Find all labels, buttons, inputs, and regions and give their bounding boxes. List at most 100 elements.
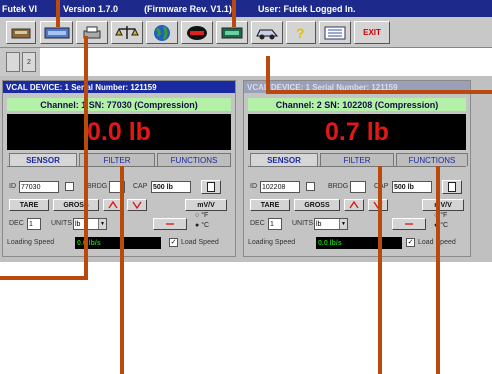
callout-line — [232, 0, 236, 27]
panel-title: VCAL DEVICE: 1 Serial Number: 121159 — [3, 81, 235, 93]
id-field[interactable]: 102208 — [260, 181, 300, 193]
minus-icon — [405, 223, 413, 225]
zero-button[interactable] — [153, 218, 187, 230]
loading-speed-label: Loading Speed — [248, 239, 296, 246]
celsius-label: °C — [201, 222, 210, 229]
fahrenheit-label: °F — [201, 212, 209, 219]
callout-line — [378, 166, 382, 374]
display-icon — [221, 27, 243, 38]
tare-button[interactable]: TARE — [9, 199, 49, 211]
units-select[interactable]: lb ▼ — [73, 218, 107, 230]
celsius-label: °C — [440, 222, 449, 229]
app-title: Futek VI — [2, 3, 38, 14]
load-speed-checkbox[interactable]: ✓ — [169, 238, 178, 247]
device-tab-2[interactable]: 2 — [22, 52, 36, 72]
print-button[interactable] — [76, 21, 108, 44]
list-button[interactable] — [319, 21, 351, 44]
device-tab-strip: 2 — [0, 48, 40, 76]
brdg-field[interactable] — [350, 181, 366, 193]
dec-field[interactable]: 1 — [268, 218, 282, 230]
ieni-icon — [44, 27, 69, 38]
loading-speed-display: 0.0 lb/s — [316, 237, 402, 249]
document-button[interactable] — [442, 180, 462, 194]
tab-filter[interactable]: FILTER — [320, 153, 394, 166]
zero-button[interactable] — [392, 218, 426, 230]
minus-icon — [166, 223, 174, 225]
tab-functions[interactable]: FUNCTIONS — [157, 153, 231, 166]
reading-display: 0.0 lb — [7, 114, 231, 150]
device-icon — [11, 28, 31, 38]
window-title-bar: Futek VI Version 1.7.0 (Firmware Rev. V1… — [0, 0, 492, 17]
version-label: Version 1.7.0 — [63, 3, 119, 14]
record-button[interactable] — [181, 21, 213, 44]
document-icon — [448, 182, 456, 192]
units-value: lb — [75, 220, 81, 228]
device-button[interactable] — [6, 21, 36, 44]
brdg-label: BRDG — [328, 183, 349, 190]
tare-button[interactable]: TARE — [250, 199, 290, 211]
panel-tabs: SENSOR FILTER FUNCTIONS — [7, 153, 231, 166]
cap-label: CAP — [133, 183, 148, 190]
channel-label: Channel: 1 SN: 77030 (Compression) — [7, 98, 231, 111]
peak-icon — [108, 201, 118, 209]
help-button[interactable]: ? — [286, 21, 316, 44]
load-speed-label: Load Speed — [181, 239, 219, 246]
firmware-label: (Firmware Rev. V1.1) — [144, 3, 232, 14]
tab-functions[interactable]: FUNCTIONS — [396, 153, 468, 166]
id-label: ID — [250, 183, 257, 190]
reading-display: 0.7 lb — [248, 114, 466, 150]
list-icon — [324, 26, 346, 39]
document-icon — [207, 182, 215, 192]
cap-field[interactable]: 500 lb — [392, 181, 432, 193]
help-icon: ? — [296, 25, 305, 41]
panel-tabs: SENSOR FILTER FUNCTIONS — [248, 153, 468, 166]
callout-line — [84, 36, 88, 280]
dec-label: DEC — [250, 220, 265, 227]
callout-line — [120, 166, 124, 374]
exit-button[interactable]: EXIT — [354, 21, 390, 44]
record-icon — [187, 25, 207, 40]
dec-field[interactable]: 1 — [27, 218, 41, 230]
id-field[interactable]: 77030 — [19, 181, 59, 193]
car-button[interactable] — [251, 21, 283, 44]
valley-icon — [132, 201, 142, 209]
id-checkbox[interactable] — [306, 182, 315, 191]
callout-line — [0, 276, 88, 280]
peak-icon — [349, 201, 359, 209]
peak-button[interactable] — [344, 199, 364, 211]
id-checkbox[interactable] — [65, 182, 74, 191]
car-icon — [256, 29, 279, 39]
units-label: UNITS — [292, 220, 313, 227]
celsius-radio[interactable]: ● °C — [195, 222, 209, 229]
device-tab-1[interactable] — [6, 52, 20, 72]
units-value: lb — [316, 220, 322, 228]
tab-filter[interactable]: FILTER — [79, 153, 155, 166]
dec-label: DEC — [9, 220, 24, 227]
document-button[interactable] — [201, 180, 221, 194]
globe-button[interactable] — [146, 21, 178, 44]
gross-button[interactable]: GROSS — [294, 199, 340, 211]
scale-icon — [115, 25, 139, 39]
mv-v-button[interactable]: mV/V — [422, 199, 464, 211]
callout-line — [436, 166, 440, 374]
units-label: UNITS — [51, 220, 72, 227]
valley-button[interactable] — [127, 199, 147, 211]
user-label: User: Futek Logged In. — [257, 3, 356, 14]
id-label: ID — [9, 183, 16, 190]
scale-button[interactable] — [111, 21, 143, 44]
loading-speed-label: Loading Speed — [7, 239, 55, 246]
gross-button[interactable]: GROSS — [53, 199, 99, 211]
svg-text:?: ? — [296, 25, 305, 41]
tab-sensor[interactable]: SENSOR — [9, 153, 77, 166]
units-select[interactable]: lb ▼ — [314, 218, 348, 230]
channel-panel-1: VCAL DEVICE: 1 Serial Number: 121159 Cha… — [2, 80, 236, 257]
toolbar: ? EXIT — [0, 17, 492, 48]
cap-field[interactable]: 500 lb — [151, 181, 191, 193]
callout-line — [266, 56, 270, 94]
tab-sensor[interactable]: SENSOR — [250, 153, 318, 166]
callout-line — [56, 0, 60, 27]
load-speed-checkbox[interactable]: ✓ — [406, 238, 415, 247]
mv-v-button[interactable]: mV/V — [185, 199, 227, 211]
fahrenheit-radio[interactable]: ○ °F — [195, 212, 208, 219]
channel-label: Channel: 2 SN: 102208 (Compression) — [248, 98, 466, 111]
